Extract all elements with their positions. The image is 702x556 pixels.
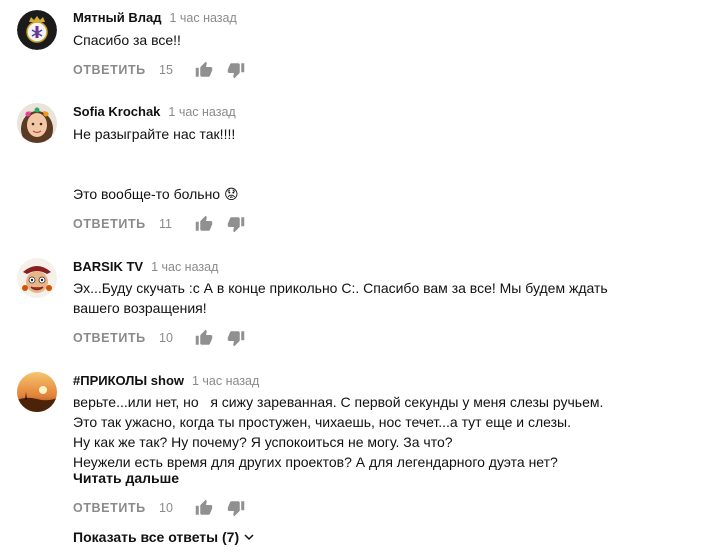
comment-line: Эх...Буду скучать :с А в конце прикольно… — [73, 280, 608, 296]
avatar[interactable] — [17, 103, 57, 143]
avatar[interactable] — [17, 372, 57, 412]
like-button[interactable] — [195, 329, 213, 347]
like-count: 10 — [159, 501, 173, 515]
thumb-down-icon — [227, 217, 245, 233]
author-name[interactable]: Мятный Влад — [73, 10, 161, 25]
comment-text: Спасибо за все!! — [73, 30, 181, 50]
comment-line — [73, 164, 239, 184]
like-count: 15 — [159, 63, 173, 77]
dislike-button[interactable] — [227, 215, 245, 233]
read-more-link[interactable]: Читать дальше — [73, 470, 179, 486]
like-button[interactable] — [195, 499, 213, 517]
thumb-up-icon — [195, 329, 213, 345]
reply-button[interactable]: ОТВЕТИТЬ — [73, 501, 146, 515]
comment-text: верьте...или нет, но я сижу зареванная. … — [73, 392, 603, 472]
girl-portrait-icon — [17, 103, 57, 143]
real-madrid-crest-icon — [17, 10, 57, 50]
reply-button[interactable]: ОТВЕТИТЬ — [73, 331, 146, 345]
author-name[interactable]: BARSIK TV — [73, 259, 143, 274]
avatar[interactable] — [17, 10, 57, 50]
comment-line: Это так ужасно, когда ты простужен, чиха… — [73, 414, 572, 430]
dislike-button[interactable] — [227, 61, 245, 79]
thumb-up-icon — [195, 215, 213, 231]
show-replies-label: Показать все ответы (7) — [73, 529, 240, 545]
thumb-down-icon — [227, 501, 245, 517]
comment-text: Эх...Буду скучать :с А в конце прикольно… — [73, 278, 608, 318]
timestamp[interactable]: 1 час назад — [168, 105, 235, 119]
comment-line: Неужели есть время для других проектов? … — [73, 454, 558, 470]
timestamp[interactable]: 1 час назад — [192, 374, 259, 388]
dislike-button[interactable] — [227, 329, 245, 347]
thumb-down-icon — [227, 331, 245, 347]
show-replies-button[interactable]: Показать все ответы (7) — [73, 529, 255, 546]
reply-button[interactable]: ОТВЕТИТЬ — [73, 63, 146, 77]
comment-line: верьте...или нет, но я сижу зареванная. … — [73, 394, 604, 410]
comment-line: Это вообще-то больно 😟 — [73, 186, 239, 202]
comment-line: вашего возращения! — [73, 300, 207, 316]
reply-button[interactable]: ОТВЕТИТЬ — [73, 217, 146, 231]
timestamp[interactable]: 1 час назад — [151, 260, 218, 274]
author-name[interactable]: #ПРИКОЛЫ show — [73, 373, 184, 388]
comment-line: Не разыграйте нас так!!!! — [73, 126, 236, 142]
dislike-button[interactable] — [227, 499, 245, 517]
thumb-up-icon — [195, 61, 213, 77]
comment-line — [73, 144, 239, 164]
comment-text: Не разыграйте нас так!!!! Это вообще-то … — [73, 124, 239, 204]
timestamp[interactable]: 1 час назад — [169, 11, 236, 25]
sunset-landscape-icon — [17, 372, 57, 412]
like-button[interactable] — [195, 215, 213, 233]
author-name[interactable]: Sofia Krochak — [73, 104, 160, 119]
cartoon-character-icon — [17, 258, 57, 298]
avatar[interactable] — [17, 258, 57, 298]
thumb-up-icon — [195, 499, 213, 515]
like-button[interactable] — [195, 61, 213, 79]
comment-line: Ну как же так? Ну почему? Я успокоиться … — [73, 434, 453, 450]
like-count: 10 — [159, 331, 173, 345]
thumb-down-icon — [227, 63, 245, 79]
comment-line: Спасибо за все!! — [73, 32, 181, 48]
chevron-down-icon — [243, 530, 255, 546]
like-count: 11 — [159, 217, 172, 231]
